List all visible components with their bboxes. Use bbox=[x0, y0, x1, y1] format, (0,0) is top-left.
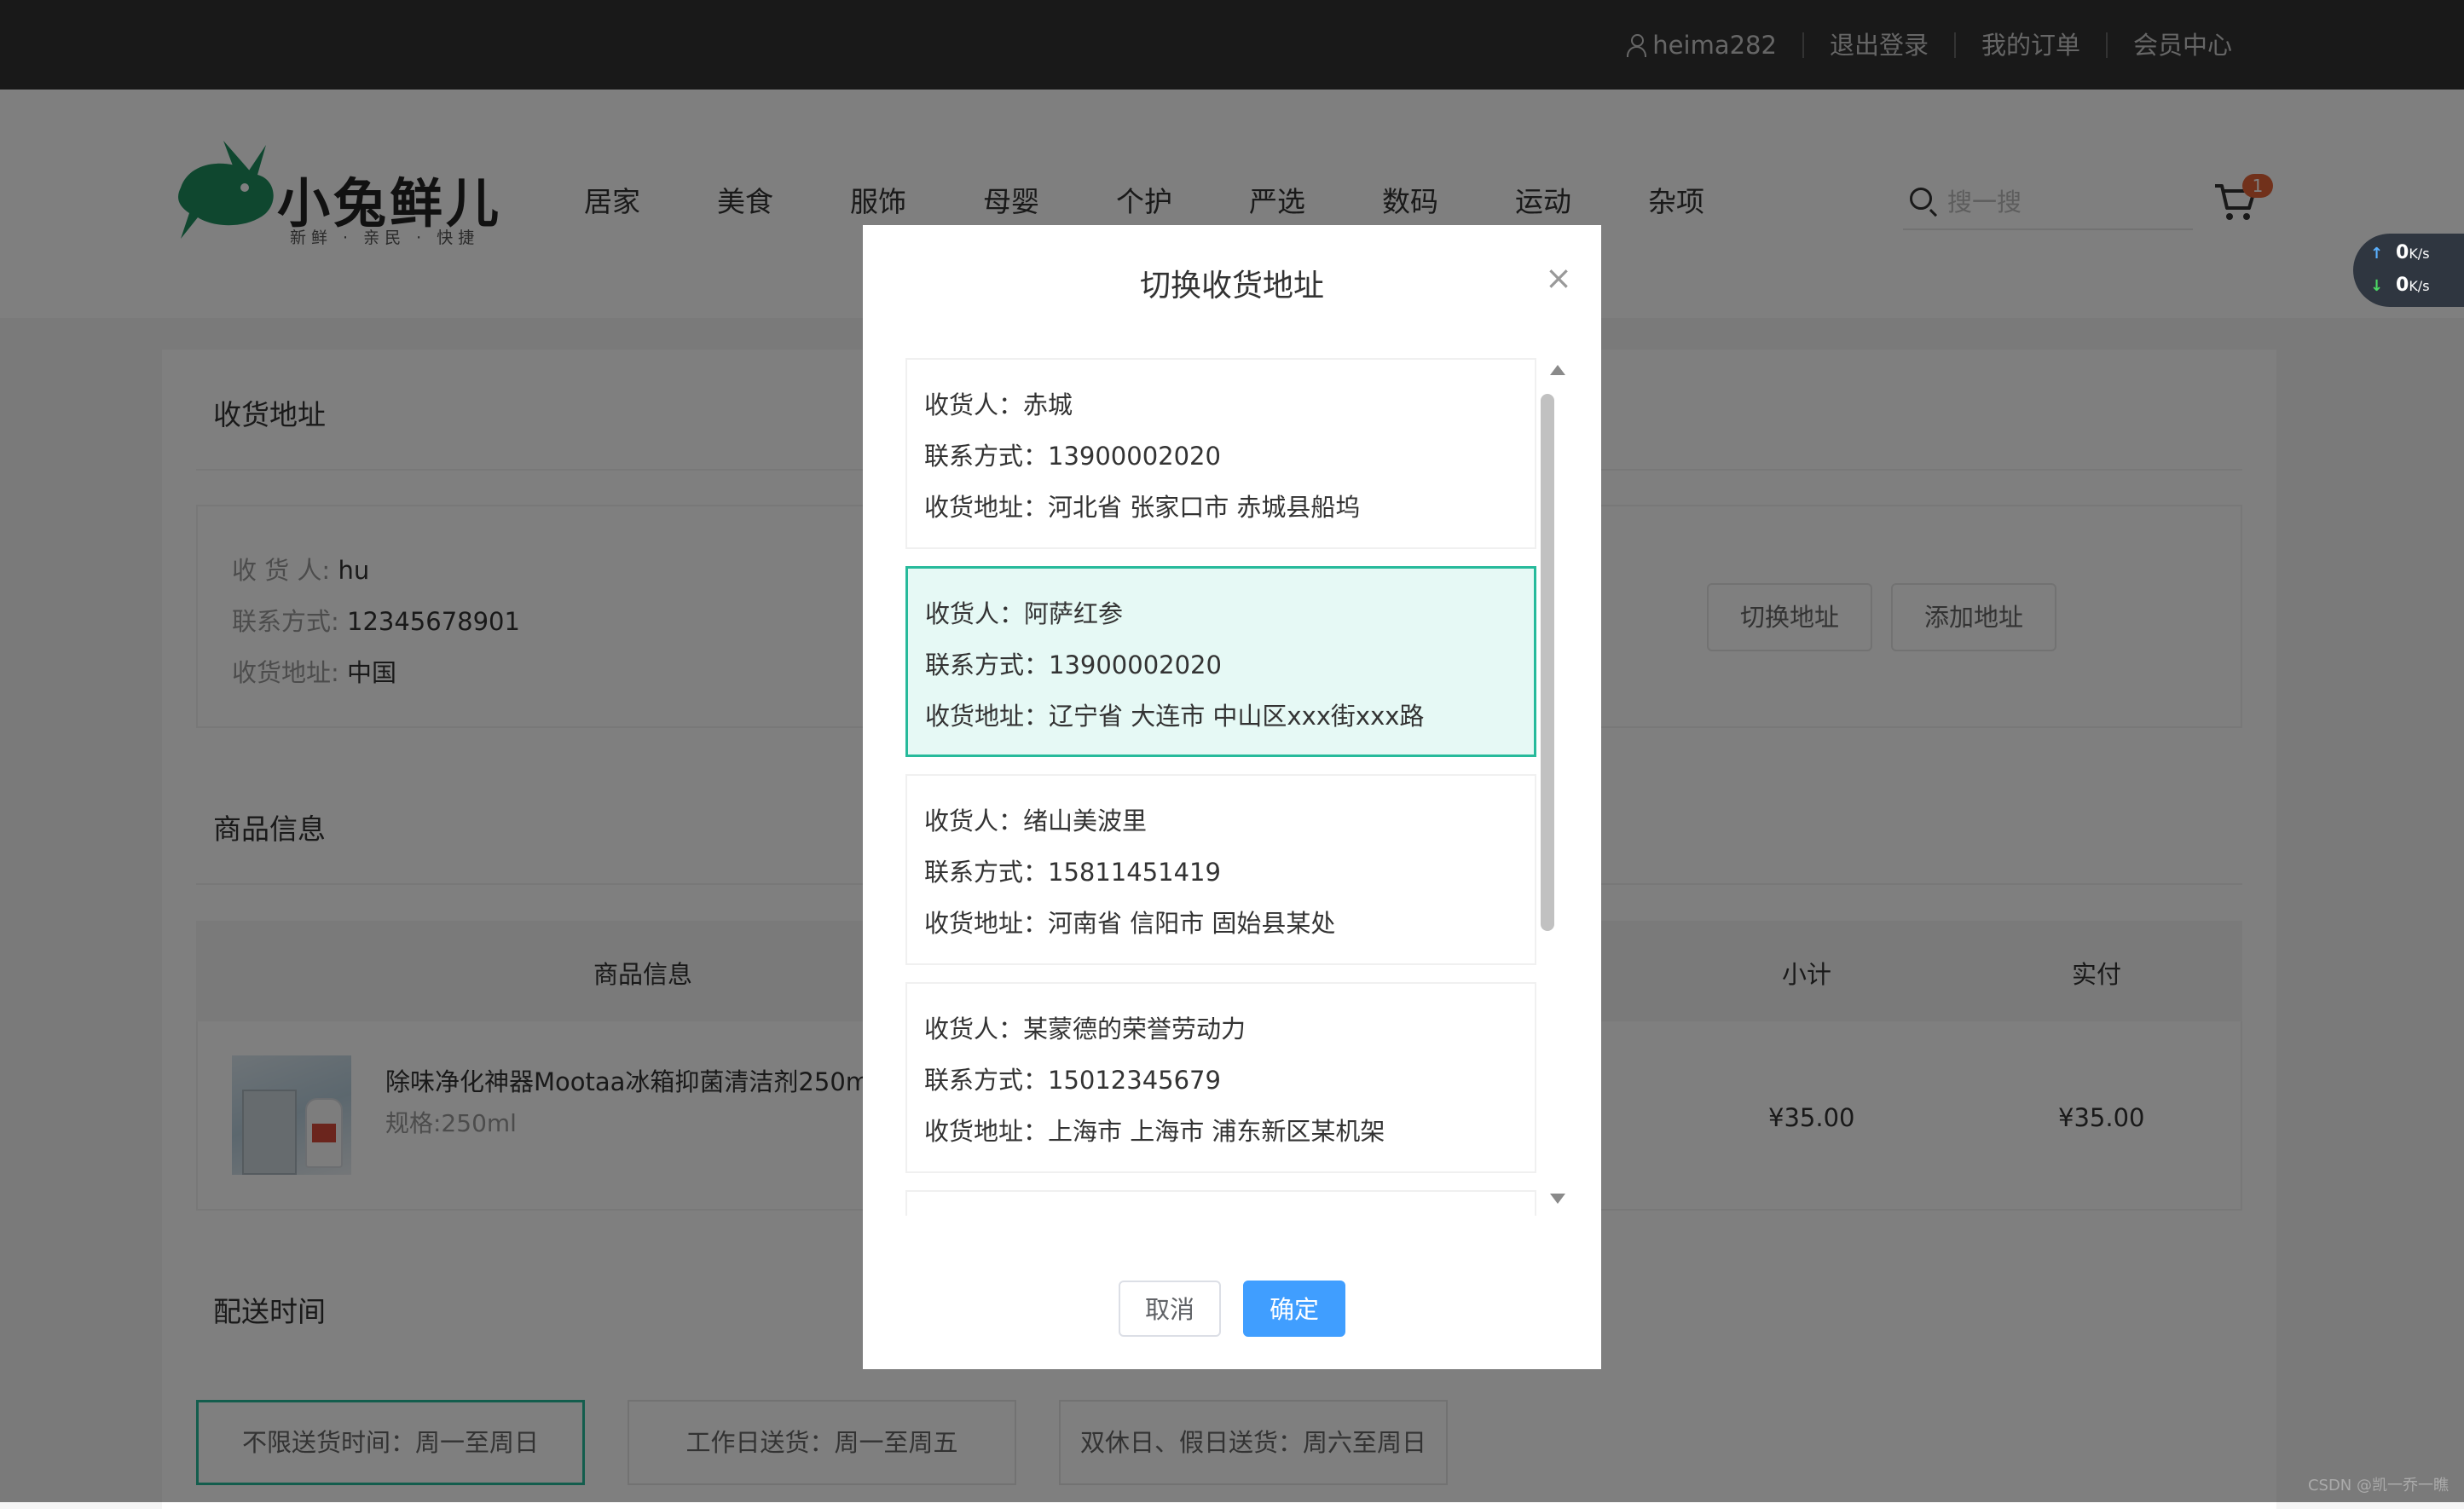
scroll-up-arrow-icon[interactable] bbox=[1550, 365, 1565, 375]
address-card-partial[interactable] bbox=[905, 1190, 1536, 1216]
download-speed-unit: K/s bbox=[2409, 278, 2430, 294]
address-card-address: 收货地址：辽宁省 大连市 中山区xxx街xxx路 bbox=[925, 702, 1425, 731]
address-card-phone: 联系方式：13900002020 bbox=[925, 650, 1222, 679]
address-card-receiver: 收货人：阿萨红参 bbox=[925, 599, 1124, 628]
address-card-phone: 联系方式：15012345679 bbox=[924, 1066, 1221, 1095]
network-speed-widget[interactable]: ↑ 0K/s ↓ 0K/s bbox=[2353, 234, 2464, 307]
address-card-address: 收货地址：河南省 信阳市 固始县某处 bbox=[924, 909, 1336, 938]
address-card-address: 收货地址：上海市 上海市 浦东新区某机架 bbox=[924, 1117, 1385, 1146]
address-card[interactable]: 收货人：绪山美波里 联系方式：15811451419 收货地址：河南省 信阳市 … bbox=[905, 774, 1536, 965]
switch-address-dialog: 切换收货地址 × 收货人：赤城 联系方式：13900002020 收货地址：河北… bbox=[863, 225, 1601, 1369]
address-card-selected[interactable]: 收货人：阿萨红参 联系方式：13900002020 收货地址：辽宁省 大连市 中… bbox=[905, 566, 1536, 757]
cancel-button[interactable]: 取消 bbox=[1119, 1281, 1221, 1337]
upload-arrow-icon: ↑ bbox=[2370, 245, 2384, 263]
address-card-phone: 联系方式：13900002020 bbox=[924, 442, 1221, 471]
address-card-phone: 联系方式：15811451419 bbox=[924, 858, 1221, 887]
address-card-receiver: 收货人：赤城 bbox=[924, 390, 1073, 419]
address-card[interactable]: 收货人：某蒙德的荣誉劳动力 联系方式：15012345679 收货地址：上海市 … bbox=[905, 982, 1536, 1173]
upload-speed-value: 0 bbox=[2396, 242, 2409, 263]
address-card-receiver: 收货人：绪山美波里 bbox=[924, 807, 1148, 835]
upload-speed: ↑ 0K/s bbox=[2370, 242, 2464, 263]
confirm-button[interactable]: 确定 bbox=[1243, 1281, 1345, 1337]
address-list[interactable]: 收货人：赤城 联系方式：13900002020 收货地址：河北省 张家口市 赤城… bbox=[905, 358, 1536, 1439]
download-speed: ↓ 0K/s bbox=[2370, 275, 2464, 296]
scroll-down-arrow-icon[interactable] bbox=[1550, 1194, 1565, 1204]
download-arrow-icon: ↓ bbox=[2370, 277, 2384, 295]
close-icon[interactable]: × bbox=[1543, 262, 1574, 294]
address-card-address: 收货地址：河北省 张家口市 赤城县船坞 bbox=[924, 493, 1361, 522]
scrollbar-thumb[interactable] bbox=[1541, 394, 1554, 931]
watermark: CSDN @凯一乔一瞧 bbox=[2307, 1477, 2449, 1495]
address-card[interactable]: 收货人：赤城 联系方式：13900002020 收货地址：河北省 张家口市 赤城… bbox=[905, 358, 1536, 549]
download-speed-value: 0 bbox=[2396, 275, 2409, 296]
upload-speed-unit: K/s bbox=[2409, 246, 2430, 262]
dialog-title: 切换收货地址 bbox=[1139, 269, 1324, 304]
address-card-receiver: 收货人：某蒙德的荣誉劳动力 bbox=[924, 1015, 1246, 1044]
